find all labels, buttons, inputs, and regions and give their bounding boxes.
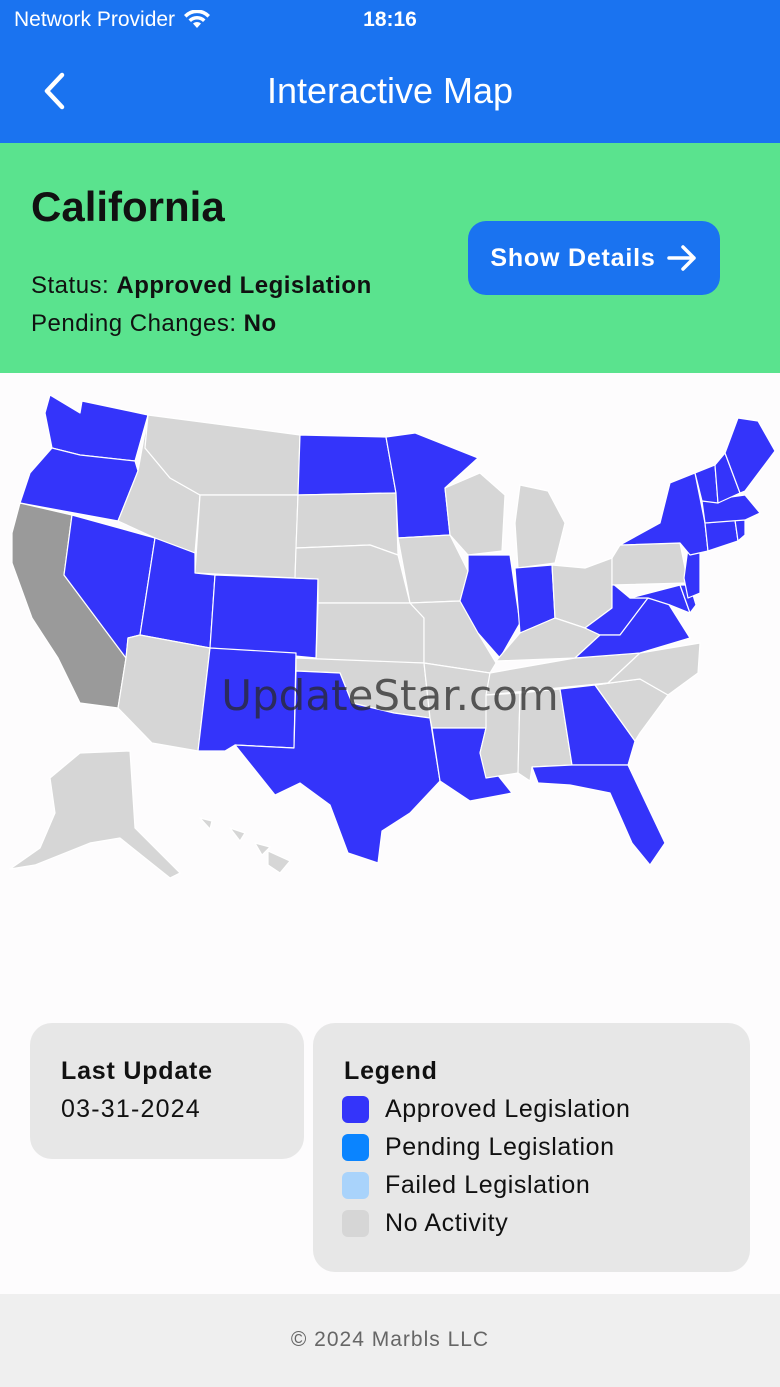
show-details-label: Show Details bbox=[490, 243, 656, 272]
legend-item-failed: Failed Legislation bbox=[342, 1171, 590, 1200]
footer: © 2024 Marbls LLC bbox=[0, 1294, 780, 1387]
state-co[interactable] bbox=[209, 574, 319, 659]
legend-swatch-pending bbox=[342, 1134, 369, 1161]
state-fl[interactable] bbox=[531, 764, 666, 866]
state-hi[interactable] bbox=[199, 817, 291, 874]
legend-label: Approved Legislation bbox=[385, 1095, 631, 1123]
last-update-date: 03-31-2024 bbox=[61, 1095, 201, 1123]
state-ks[interactable] bbox=[315, 602, 425, 664]
state-wy[interactable] bbox=[194, 494, 299, 579]
us-map-svg[interactable] bbox=[0, 373, 780, 903]
pending-label: Pending Changes: bbox=[31, 310, 237, 337]
state-ia[interactable] bbox=[397, 534, 469, 604]
state-pa[interactable] bbox=[611, 542, 689, 586]
legend-item-approved: Approved Legislation bbox=[342, 1095, 631, 1124]
map-watermark: UpdateStar.com bbox=[221, 671, 559, 720]
copyright-text: © 2024 Marbls LLC bbox=[290, 1328, 490, 1351]
status-bar: Network Provider 18:16 bbox=[0, 0, 780, 40]
legend-item-no-activity: No Activity bbox=[342, 1209, 508, 1238]
selected-state-panel: California Status: Approved Legislation … bbox=[0, 143, 780, 373]
last-update-card: Last Update 03-31-2024 bbox=[30, 1023, 304, 1159]
status-line: Status: Approved Legislation bbox=[31, 272, 372, 300]
legend-label: No Activity bbox=[385, 1209, 509, 1237]
app-header: Network Provider 18:16 Interactive Map bbox=[0, 0, 780, 143]
status-label: Status: bbox=[31, 272, 110, 299]
legend-swatch-no-activity bbox=[342, 1210, 369, 1237]
state-name: California bbox=[31, 183, 225, 230]
status-time: 18:16 bbox=[363, 8, 417, 31]
state-ct[interactable] bbox=[704, 519, 739, 552]
state-nd[interactable] bbox=[297, 434, 397, 496]
legend-item-pending: Pending Legislation bbox=[342, 1133, 615, 1162]
legend-card: Legend Approved Legislation Pending Legi… bbox=[313, 1023, 750, 1272]
state-ak[interactable] bbox=[9, 750, 181, 879]
show-details-button[interactable]: Show Details bbox=[468, 221, 720, 295]
legend-swatch-approved bbox=[342, 1096, 369, 1123]
state-ny[interactable] bbox=[619, 472, 709, 556]
page-title: Interactive Map bbox=[266, 70, 514, 111]
legend-title: Legend bbox=[344, 1057, 438, 1085]
legend-label: Pending Legislation bbox=[385, 1133, 615, 1161]
last-update-title: Last Update bbox=[61, 1057, 213, 1085]
pending-value: No bbox=[243, 310, 277, 337]
state-mi[interactable] bbox=[514, 484, 566, 569]
pending-line: Pending Changes: No bbox=[31, 310, 277, 338]
us-map[interactable]: UpdateStar.com bbox=[0, 373, 780, 903]
legend-label: Failed Legislation bbox=[385, 1171, 591, 1199]
state-nj[interactable] bbox=[683, 547, 701, 599]
status-value: Approved Legislation bbox=[116, 272, 372, 299]
arrow-right-icon bbox=[666, 245, 696, 271]
legend-swatch-failed bbox=[342, 1172, 369, 1199]
